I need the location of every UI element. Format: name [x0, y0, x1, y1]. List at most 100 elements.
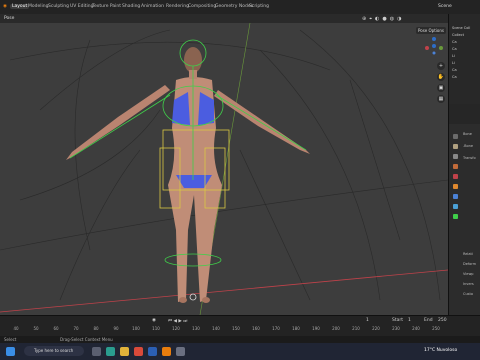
- outliner: Scene Coll Collect Ca Ca Li Li Ca Ca: [449, 14, 480, 104]
- edge-icon[interactable]: [106, 347, 115, 356]
- ruler-tick: 70: [73, 326, 79, 331]
- ruler-tick: 220: [372, 326, 380, 331]
- prop-row[interactable]: Viewp: [463, 272, 474, 276]
- windows-taskbar: Type here to search 17°C Nuvoloso: [0, 343, 480, 360]
- start-value[interactable]: 1: [408, 318, 411, 323]
- ruler-tick: 250: [432, 326, 440, 331]
- app-icon[interactable]: [176, 347, 185, 356]
- outliner-row[interactable]: Ca: [452, 47, 457, 51]
- windows-icon[interactable]: [6, 347, 15, 356]
- tab-rendering[interactable]: Rendering: [166, 4, 189, 9]
- ruler-tick: 150: [232, 326, 240, 331]
- character-model: [66, 47, 310, 303]
- ruler-tick: 110: [152, 326, 160, 331]
- playback-icon[interactable]: ◉: [152, 318, 156, 323]
- viewport-nav-buttons: + ✋ ▣ ▦: [437, 62, 445, 106]
- output-icon[interactable]: [453, 154, 458, 159]
- viewport-shading-icons[interactable]: ⊕⌖◐●◍◑: [362, 16, 404, 22]
- taskbar-search[interactable]: Type here to search: [24, 346, 84, 356]
- tab-animation[interactable]: Animation: [141, 4, 164, 9]
- outliner-row[interactable]: Li: [452, 61, 455, 65]
- prop-row[interactable]: Transfo: [463, 156, 476, 160]
- scene-icon[interactable]: [453, 164, 458, 169]
- navigation-gizmo[interactable]: [424, 36, 444, 56]
- mode-selector[interactable]: Pose: [4, 16, 14, 21]
- playback-controls: ◉ ⏮ ◀ ▶ ⏭ 1 Start 1 End 250: [0, 318, 480, 325]
- viewport-header: Pose ⊕⌖◐●◍◑: [0, 14, 448, 23]
- word-icon[interactable]: [148, 347, 157, 356]
- prop-row[interactable]: .Bone: [463, 144, 473, 148]
- tab-layout[interactable]: Layout: [10, 4, 30, 9]
- ruler-tick: 40: [13, 326, 19, 331]
- explorer-icon[interactable]: [120, 347, 129, 356]
- ruler-tick: 100: [132, 326, 140, 331]
- zoom-icon[interactable]: +: [437, 62, 445, 70]
- prop-row[interactable]: Deform: [463, 262, 476, 266]
- end-label: End: [424, 318, 433, 323]
- current-frame[interactable]: 1: [366, 318, 369, 323]
- camera-icon[interactable]: ▣: [437, 84, 445, 92]
- start-label: Start: [392, 318, 403, 323]
- ruler-tick: 90: [113, 326, 119, 331]
- status-select: Select: [4, 337, 17, 342]
- prop-row[interactable]: Bone: [463, 132, 472, 136]
- scene-selector[interactable]: Scene: [438, 4, 452, 9]
- ruler-tick: 130: [192, 326, 200, 331]
- pose-options-button[interactable]: Pose Options: [416, 27, 446, 34]
- tab-scripting[interactable]: Scripting: [249, 4, 269, 9]
- status-bar: Select Drag-Select Context Menu: [0, 336, 480, 343]
- viewport-canvas: [0, 23, 448, 315]
- tab-shading[interactable]: Shading: [122, 4, 140, 9]
- weather-widget[interactable]: 17°C Nuvoloso: [424, 348, 457, 353]
- top-menu-bar: ◉ Layout Modeling Sculpting UV Editing T…: [0, 0, 480, 15]
- constraint-icon[interactable]: [453, 204, 458, 209]
- chrome-icon[interactable]: [134, 347, 143, 356]
- tab-texture-paint[interactable]: Texture Paint: [92, 4, 121, 9]
- bone-icon[interactable]: [453, 214, 458, 219]
- tab-compositing[interactable]: Compositing: [188, 4, 216, 9]
- end-value[interactable]: 250: [438, 318, 447, 323]
- tool-icon[interactable]: [453, 134, 458, 139]
- ruler-tick: 80: [93, 326, 99, 331]
- outliner-row[interactable]: Collect: [452, 33, 464, 37]
- world-icon[interactable]: [453, 174, 458, 179]
- outliner-row[interactable]: Scene Coll: [452, 26, 470, 30]
- properties-editor: Bone .Bone Transfo Relati Deform Viewp I…: [449, 124, 480, 315]
- blender-logo-icon[interactable]: ◉: [3, 4, 7, 9]
- ruler-tick: 210: [352, 326, 360, 331]
- ruler-tick: 120: [172, 326, 180, 331]
- ruler-tick: 190: [312, 326, 320, 331]
- right-panel: Scene Coll Collect Ca Ca Li Li Ca Ca Bon…: [448, 14, 480, 315]
- 3d-viewport[interactable]: [0, 23, 448, 315]
- tab-modeling[interactable]: Modeling: [28, 4, 48, 9]
- ruler-tick: 240: [412, 326, 420, 331]
- outliner-row[interactable]: Li: [452, 54, 455, 58]
- ruler-tick: 140: [212, 326, 220, 331]
- prop-row[interactable]: Invers: [463, 282, 474, 286]
- blender-icon[interactable]: [162, 347, 171, 356]
- ruler-tick: 230: [392, 326, 400, 331]
- object-icon[interactable]: [453, 184, 458, 189]
- frame-ruler[interactable]: 40 50 60 70 80 90 100 110 120 130 140 15…: [0, 326, 448, 332]
- ruler-tick: 60: [53, 326, 59, 331]
- prop-row[interactable]: Custo: [463, 292, 473, 296]
- status-hint: Drag-Select Context Menu: [60, 337, 113, 342]
- task-view-icon[interactable]: [92, 347, 101, 356]
- prop-row[interactable]: Relati: [463, 252, 473, 256]
- ruler-tick: 170: [272, 326, 280, 331]
- tab-geometry-nodes[interactable]: Geometry Nodes: [215, 4, 253, 9]
- ruler-tick: 180: [292, 326, 300, 331]
- outliner-row[interactable]: Ca: [452, 40, 457, 44]
- ruler-tick: 200: [332, 326, 340, 331]
- modifier-icon[interactable]: [453, 194, 458, 199]
- hand-icon[interactable]: ✋: [437, 73, 445, 81]
- outliner-row[interactable]: Ca: [452, 68, 457, 72]
- ruler-tick: 50: [33, 326, 39, 331]
- outliner-row[interactable]: Ca: [452, 75, 457, 79]
- render-icon[interactable]: [453, 144, 458, 149]
- tab-uv-editing[interactable]: UV Editing: [70, 4, 93, 9]
- transport-buttons[interactable]: ⏮ ◀ ▶ ⏭: [168, 318, 187, 324]
- ruler-tick: 160: [252, 326, 260, 331]
- tab-sculpting[interactable]: Sculpting: [48, 4, 69, 9]
- grid-icon[interactable]: ▦: [437, 95, 445, 103]
